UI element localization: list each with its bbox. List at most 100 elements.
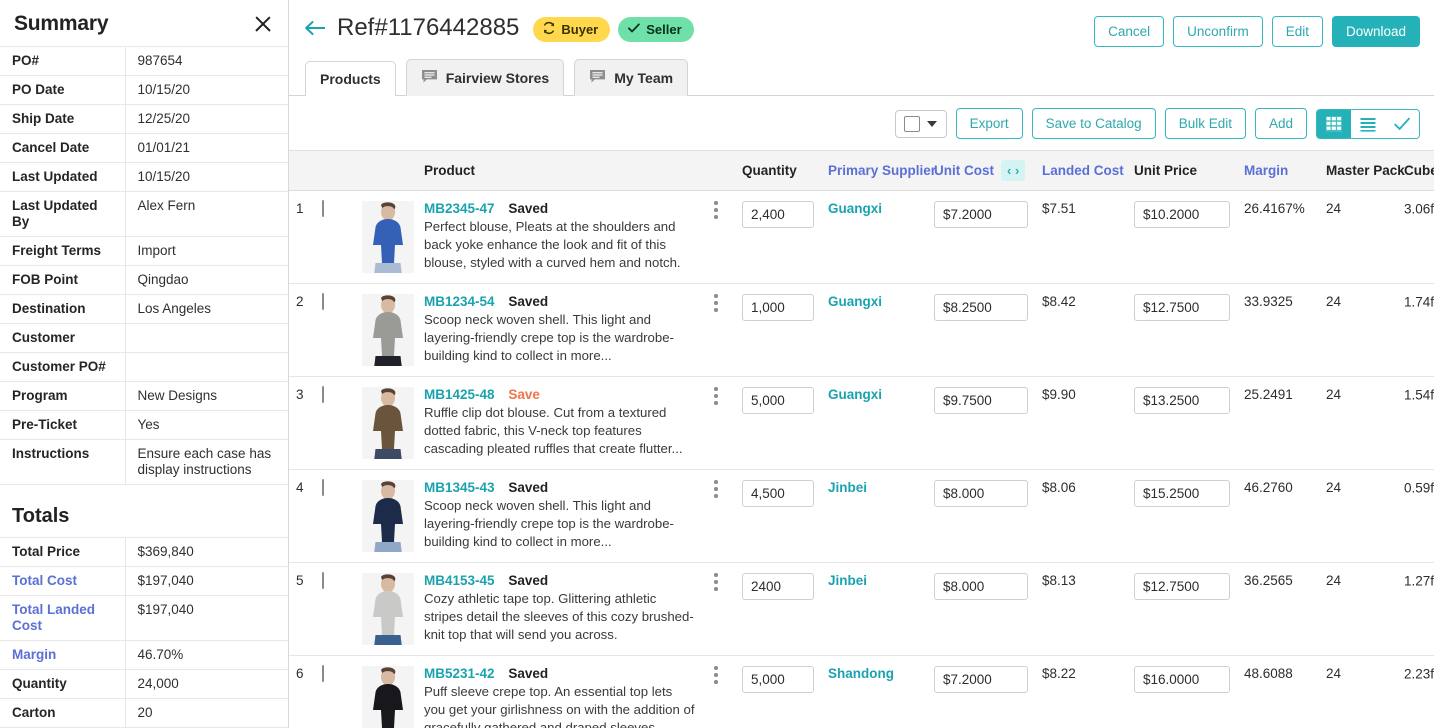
row-checkbox[interactable] <box>322 572 324 589</box>
close-icon[interactable] <box>252 13 274 35</box>
seller-badge[interactable]: Seller <box>618 17 694 42</box>
unit-price-cell: $12.7500 <box>1127 283 1237 377</box>
column-header-product[interactable]: Product <box>417 150 707 191</box>
primary-supplier-link[interactable]: Guangxi <box>828 387 882 402</box>
select-all-dropdown[interactable] <box>894 109 947 138</box>
column-header-master_pack[interactable]: Master Pack <box>1319 150 1405 191</box>
row-menu-cell <box>707 376 735 470</box>
primary-supplier-link[interactable]: Shandong <box>828 666 894 681</box>
buyer-badge[interactable]: Buyer <box>533 17 611 42</box>
product-thumbnail[interactable] <box>362 573 414 645</box>
quantity-input[interactable]: 2,400 <box>742 201 814 228</box>
row-checkbox[interactable] <box>322 386 324 403</box>
column-header-unit_cost[interactable]: Unit Cost ‹ › <box>927 150 1035 191</box>
unit-price-input[interactable]: $12.7500 <box>1134 573 1230 600</box>
product-thumbnail[interactable] <box>362 294 414 366</box>
tab-my-team[interactable]: My Team <box>574 59 689 96</box>
edit-button[interactable]: Edit <box>1271 16 1323 47</box>
primary-supplier-link[interactable]: Guangxi <box>828 294 882 309</box>
unit-cost-input[interactable]: $8.000 <box>934 573 1028 600</box>
row-checkbox[interactable] <box>322 200 324 217</box>
quantity-input[interactable]: 2400 <box>742 573 814 600</box>
column-header-supplier[interactable]: Primary Supplier <box>821 150 936 191</box>
row-checkbox[interactable] <box>322 479 324 496</box>
product-code[interactable]: MB4153-45 <box>424 573 495 588</box>
column-header-checkbox <box>315 150 355 191</box>
totals-row: Total Cost $197,040 <box>0 566 288 596</box>
grid-view-icon[interactable] <box>1317 109 1351 138</box>
check-view-icon[interactable] <box>1385 109 1419 138</box>
totals-key[interactable]: Margin <box>0 640 126 670</box>
row-checkbox-cell <box>315 283 355 377</box>
column-header-quantity[interactable]: Quantity <box>735 150 821 191</box>
product-code[interactable]: MB1234-54 <box>424 294 495 309</box>
product-thumbnail[interactable] <box>362 480 414 552</box>
cancel-button[interactable]: Cancel <box>1094 16 1165 47</box>
row-checkbox[interactable] <box>322 293 324 310</box>
tab-fairview-stores[interactable]: Fairview Stores <box>405 59 565 96</box>
row-kebab-menu-icon[interactable] <box>714 201 728 219</box>
product-header: MB1345-43 Saved <box>424 480 700 495</box>
unconfirm-button[interactable]: Unconfirm <box>1173 16 1263 47</box>
quantity-input[interactable]: 5,000 <box>742 387 814 414</box>
column-header-landed_cost[interactable]: Landed Cost <box>1035 150 1127 191</box>
column-header-unit_price[interactable]: Unit Price <box>1127 150 1237 191</box>
product-grid-scroll[interactable]: Product Quantity Primary Supplier Unit C… <box>289 150 1434 728</box>
unit-price-cell: $16.0000 <box>1127 655 1237 728</box>
totals-key[interactable]: Total Landed Cost <box>0 595 126 641</box>
select-all-checkbox[interactable] <box>903 115 920 132</box>
quantity-input[interactable]: 1,000 <box>742 294 814 321</box>
row-menu-cell <box>707 655 735 728</box>
primary-supplier-link[interactable]: Jinbei <box>828 480 867 495</box>
quantity-input[interactable]: 4,500 <box>742 480 814 507</box>
product-code[interactable]: MB2345-47 <box>424 201 495 216</box>
product-code[interactable]: MB1345-43 <box>424 480 495 495</box>
unit-cost-input[interactable]: $8.2500 <box>934 294 1028 321</box>
product-description: Perfect blouse, Pleats at the shoulders … <box>424 219 681 270</box>
export-button[interactable]: Export <box>955 108 1023 139</box>
download-button[interactable]: Download <box>1331 16 1420 47</box>
product-thumbnail[interactable] <box>362 666 414 728</box>
bulk-edit-button[interactable]: Bulk Edit <box>1164 108 1246 139</box>
unit-price-input[interactable]: $13.2500 <box>1134 387 1230 414</box>
row-kebab-menu-icon[interactable] <box>714 480 728 498</box>
quantity-cell: 1,000 <box>735 283 821 377</box>
summary-key: Instructions <box>0 439 126 485</box>
product-save-state[interactable]: Save <box>508 387 540 402</box>
unit-cost-input[interactable]: $9.7500 <box>934 387 1028 414</box>
save-to-catalog-button[interactable]: Save to Catalog <box>1031 108 1156 139</box>
unit-price-input[interactable]: $15.2500 <box>1134 480 1230 507</box>
summary-value: Los Angeles <box>125 294 288 324</box>
add-button[interactable]: Add <box>1254 108 1307 139</box>
unit-cost-input[interactable]: $7.2000 <box>934 666 1028 693</box>
column-nav-chevrons[interactable]: ‹ › <box>1001 160 1026 181</box>
unit-price-input[interactable]: $10.2000 <box>1134 201 1230 228</box>
row-checkbox[interactable] <box>322 665 324 682</box>
row-kebab-menu-icon[interactable] <box>714 666 728 684</box>
product-header: MB1425-48 Save <box>424 387 700 402</box>
table-row: 6 MB5231-42 Saved Puff sleeve crepe top.… <box>289 655 1434 728</box>
row-kebab-menu-icon[interactable] <box>714 573 728 591</box>
product-code[interactable]: MB1425-48 <box>424 387 495 402</box>
unit-price-input[interactable]: $12.7500 <box>1134 294 1230 321</box>
totals-key[interactable]: Total Cost <box>0 566 126 596</box>
unit-price-input[interactable]: $16.0000 <box>1134 666 1230 693</box>
unit-price-cell: $12.7500 <box>1127 562 1237 656</box>
primary-supplier-link[interactable]: Jinbei <box>828 573 867 588</box>
unit-cost-input[interactable]: $8.000 <box>934 480 1028 507</box>
row-kebab-menu-icon[interactable] <box>714 294 728 312</box>
unit-cost-input[interactable]: $7.2000 <box>934 201 1028 228</box>
primary-supplier-link[interactable]: Guangxi <box>828 201 882 216</box>
row-kebab-menu-icon[interactable] <box>714 387 728 405</box>
product-code[interactable]: MB5231-42 <box>424 666 495 681</box>
product-thumbnail[interactable] <box>362 387 414 459</box>
list-view-icon[interactable] <box>1351 109 1385 138</box>
product-thumbnail[interactable] <box>362 201 414 273</box>
tab-products[interactable]: Products <box>305 61 396 96</box>
back-arrow-icon[interactable] <box>305 20 327 41</box>
summary-key: Destination <box>0 294 126 324</box>
quantity-input[interactable]: 5,000 <box>742 666 814 693</box>
product-cell: MB4153-45 Saved Cozy athletic tape top. … <box>417 562 707 656</box>
column-header-margin[interactable]: Margin <box>1237 150 1319 191</box>
column-header-thumb <box>355 150 417 191</box>
